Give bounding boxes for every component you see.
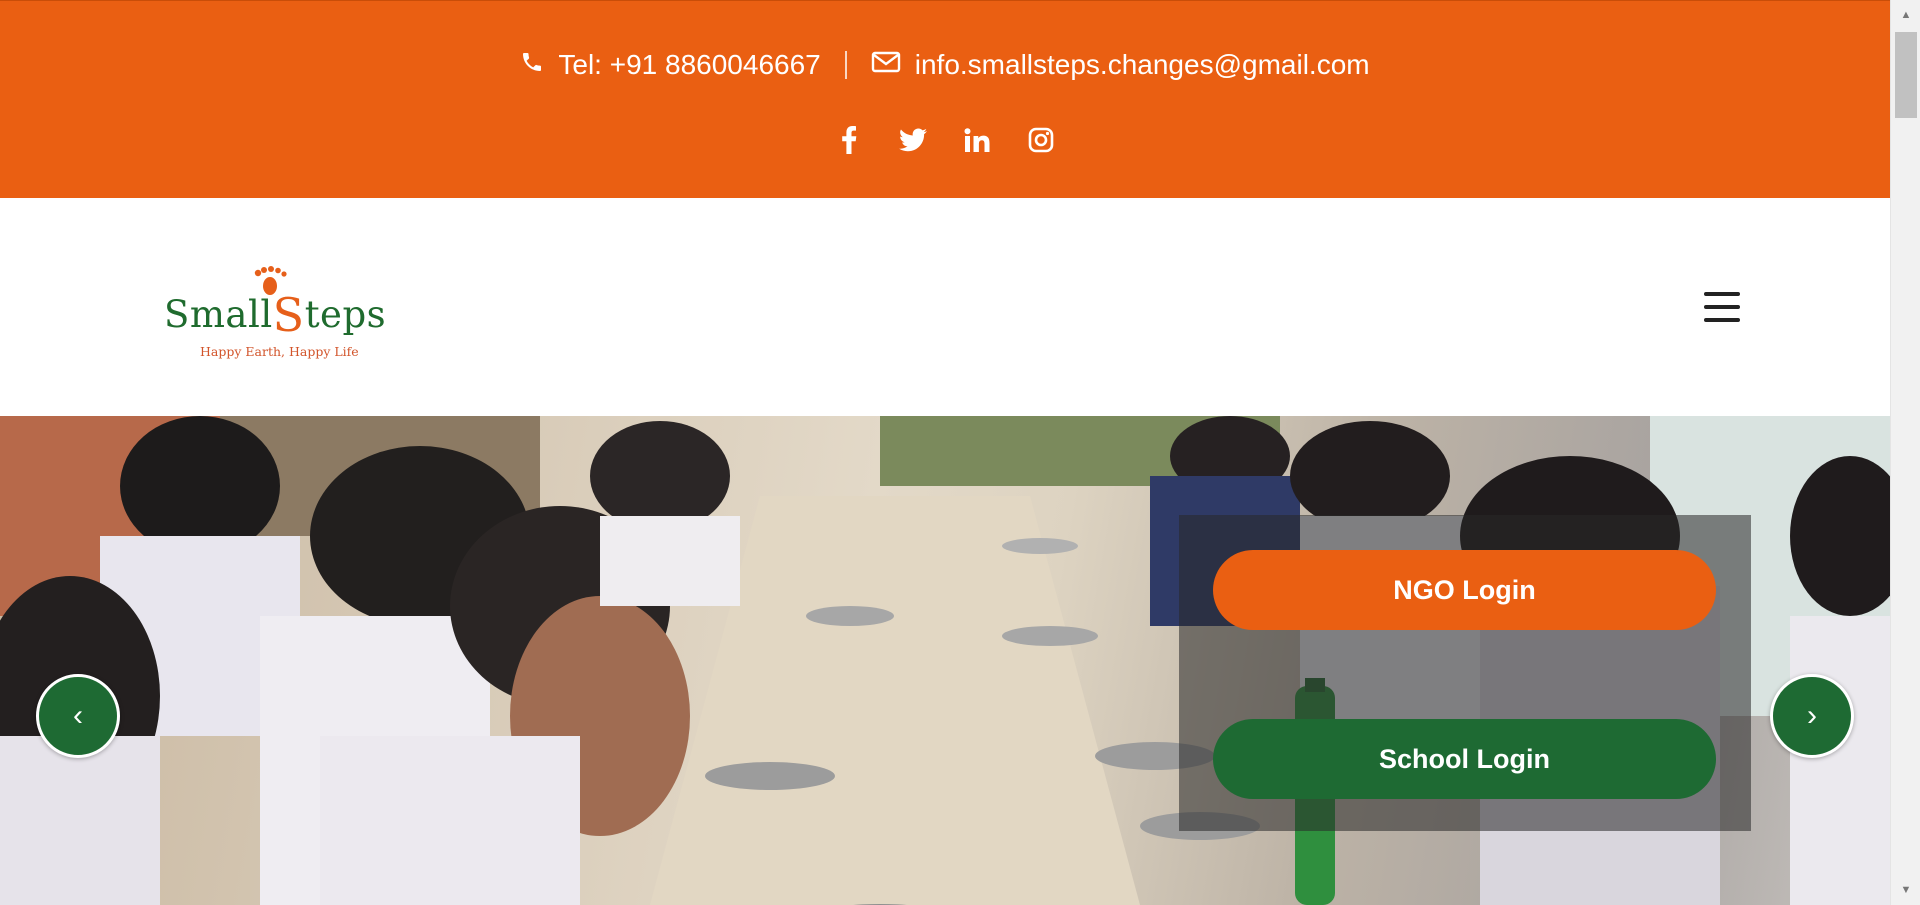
login-panel: NGO Login School Login <box>1179 515 1751 831</box>
top-contact-bar: Tel: +91 8860046667 info.smallsteps.chan… <box>0 0 1890 198</box>
ngo-login-button[interactable]: NGO Login <box>1213 550 1716 630</box>
site-header: SmallSteps Happy Earth, Happy Life <box>0 198 1890 416</box>
scroll-down-arrow-icon[interactable]: ▼ <box>1891 879 1920 901</box>
email-text: info.smallsteps.changes@gmail.com <box>914 49 1370 80</box>
hero-slider: NGO Login School Login ‹ › <box>0 416 1890 905</box>
logo-word-small: Small <box>164 293 273 336</box>
phone-link[interactable]: Tel: +91 8860046667 <box>520 49 821 81</box>
envelope-icon <box>871 49 901 81</box>
site-logo[interactable]: SmallSteps Happy Earth, Happy Life <box>164 266 386 362</box>
contact-row: Tel: +91 8860046667 info.smallsteps.chan… <box>0 49 1890 81</box>
slider-next-button[interactable]: › <box>1770 674 1854 758</box>
logo-letter-s: S <box>272 288 305 342</box>
hamburger-line <box>1704 292 1740 296</box>
facebook-icon[interactable] <box>834 125 864 155</box>
logo-tagline: Happy Earth, Happy Life <box>200 344 359 359</box>
page: Tel: +91 8860046667 info.smallsteps.chan… <box>0 0 1890 905</box>
slider-prev-button[interactable]: ‹ <box>36 674 120 758</box>
hamburger-line <box>1704 318 1740 322</box>
hamburger-line <box>1704 305 1740 309</box>
logo-word-teps: teps <box>304 293 387 336</box>
phone-text: Tel: +91 8860046667 <box>558 49 821 80</box>
phone-icon <box>520 49 544 81</box>
hamburger-icon[interactable] <box>1704 292 1740 324</box>
instagram-icon[interactable] <box>1026 125 1056 155</box>
twitter-icon[interactable] <box>898 125 928 155</box>
logo-wordmark: SmallSteps <box>164 284 387 342</box>
school-login-button[interactable]: School Login <box>1213 719 1716 799</box>
contact-divider <box>844 51 847 79</box>
social-links <box>0 125 1890 155</box>
scroll-up-arrow-icon[interactable]: ▲ <box>1891 4 1920 26</box>
linkedin-icon[interactable] <box>962 125 992 155</box>
scroll-thumb[interactable] <box>1895 32 1917 118</box>
email-link[interactable]: info.smallsteps.changes@gmail.com <box>871 49 1370 81</box>
chevron-left-icon: ‹ <box>73 699 83 732</box>
page-scrollbar[interactable]: ▲ ▼ <box>1890 0 1920 905</box>
chevron-right-icon: › <box>1807 699 1817 732</box>
